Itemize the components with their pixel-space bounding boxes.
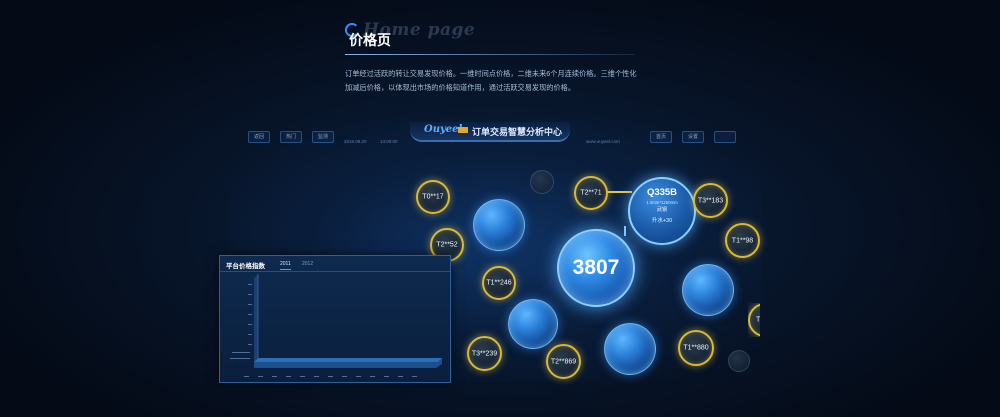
dash-button-back[interactable]: 返回: [248, 131, 270, 143]
connector-line: [604, 191, 632, 193]
chart-floor-top: [254, 358, 442, 362]
y-tick: [232, 352, 250, 353]
main-price-bubble[interactable]: 3807: [557, 229, 635, 307]
order-label: T3**239: [471, 350, 498, 357]
x-tick: [384, 376, 389, 377]
order-bubble[interactable]: T1**880: [678, 330, 714, 366]
x-tick: [328, 376, 333, 377]
order-label: T1**880: [683, 344, 709, 352]
price-bubble-dim[interactable]: [728, 350, 750, 372]
dash-time: 14:00:00: [380, 139, 398, 144]
panel-title: 平台价格指数: [226, 263, 265, 270]
dash-button-extra[interactable]: [714, 131, 736, 143]
header-divider: [345, 54, 635, 55]
x-tick: [412, 376, 417, 377]
order-bubble[interactable]: T3**183: [693, 183, 728, 218]
page-title: 价格页: [349, 32, 391, 48]
tab-2012[interactable]: 2012: [302, 261, 313, 267]
dash-date: 2016.09.20: [344, 139, 367, 144]
order-bubble[interactable]: T0**17: [416, 180, 450, 214]
x-tick: [258, 376, 263, 377]
x-tick: [272, 376, 277, 377]
page-description: 订单经过活跃的转让交易发现价格。一维时间点价格，二维未来6个月连续价格。三维个性…: [345, 69, 637, 92]
price-index-chart: [230, 274, 442, 377]
order-label: T1**246: [486, 279, 512, 287]
order-label: T2**71: [580, 189, 602, 197]
x-tick: [286, 376, 291, 377]
order-label: T1**98: [731, 237, 754, 244]
dash-button-hot[interactable]: 热门: [280, 131, 302, 143]
tab-2011[interactable]: 2011: [280, 261, 291, 270]
price-bubble-dim[interactable]: [530, 170, 554, 194]
chart-wall: [254, 274, 258, 362]
dash-title: 订单交易智慧分析中心: [472, 127, 563, 137]
order-bubble[interactable]: T2**869: [546, 344, 581, 379]
x-tick: [398, 376, 403, 377]
x-tick: [244, 376, 249, 377]
order-label: T0**17: [422, 193, 444, 201]
detail-spec: 1.0mm*1250mm: [646, 200, 678, 205]
dash-button-settings[interactable]: 设置: [682, 131, 704, 143]
x-tick: [370, 376, 375, 377]
price-bubble[interactable]: [508, 299, 558, 349]
price-bubble[interactable]: [473, 199, 525, 251]
price-index-panel: 平台价格指数 2011 2012: [219, 255, 451, 383]
y-tick: [248, 294, 252, 295]
detail-location: 武钢: [656, 207, 667, 213]
chart-x-ticks: [244, 376, 417, 377]
x-tick: [342, 376, 347, 377]
detail-bubble[interactable]: Q335B 1.0mm*1250mm 武钢 升水+30: [628, 177, 696, 245]
y-tick: [248, 324, 252, 325]
detail-code: Q335B: [646, 187, 678, 198]
chart-y-ticks: [230, 284, 252, 359]
order-bubble[interactable]: T1**98: [725, 223, 760, 258]
order-bubble[interactable]: T3**239: [467, 336, 502, 371]
y-tick: [248, 304, 252, 305]
order-bubble[interactable]: T2**71: [574, 176, 608, 210]
y-tick: [248, 314, 252, 315]
order-label: T3**183: [697, 197, 724, 204]
x-tick: [356, 376, 361, 377]
order-label: T2**869: [550, 358, 577, 365]
order-bubble[interactable]: T1**246: [482, 266, 516, 300]
brand-tag-icon: [458, 127, 468, 133]
x-tick: [314, 376, 319, 377]
y-tick: [248, 334, 252, 335]
y-tick: [248, 284, 252, 285]
dash-button-monitor[interactable]: 监测: [312, 131, 334, 143]
main-price-value: 3807: [572, 256, 620, 279]
x-tick: [300, 376, 305, 377]
dash-button-home[interactable]: 首页: [650, 131, 672, 143]
detail-change: 升水+30: [651, 218, 673, 224]
dash-brand-logo: Ouyeel: [424, 124, 463, 135]
price-bubble[interactable]: [682, 264, 734, 316]
dash-site: www.ouyeel.com: [586, 139, 620, 144]
y-tick: [248, 344, 252, 345]
order-label: T2**52: [436, 241, 458, 249]
y-tick: [230, 358, 250, 359]
price-bubble[interactable]: [604, 323, 656, 375]
